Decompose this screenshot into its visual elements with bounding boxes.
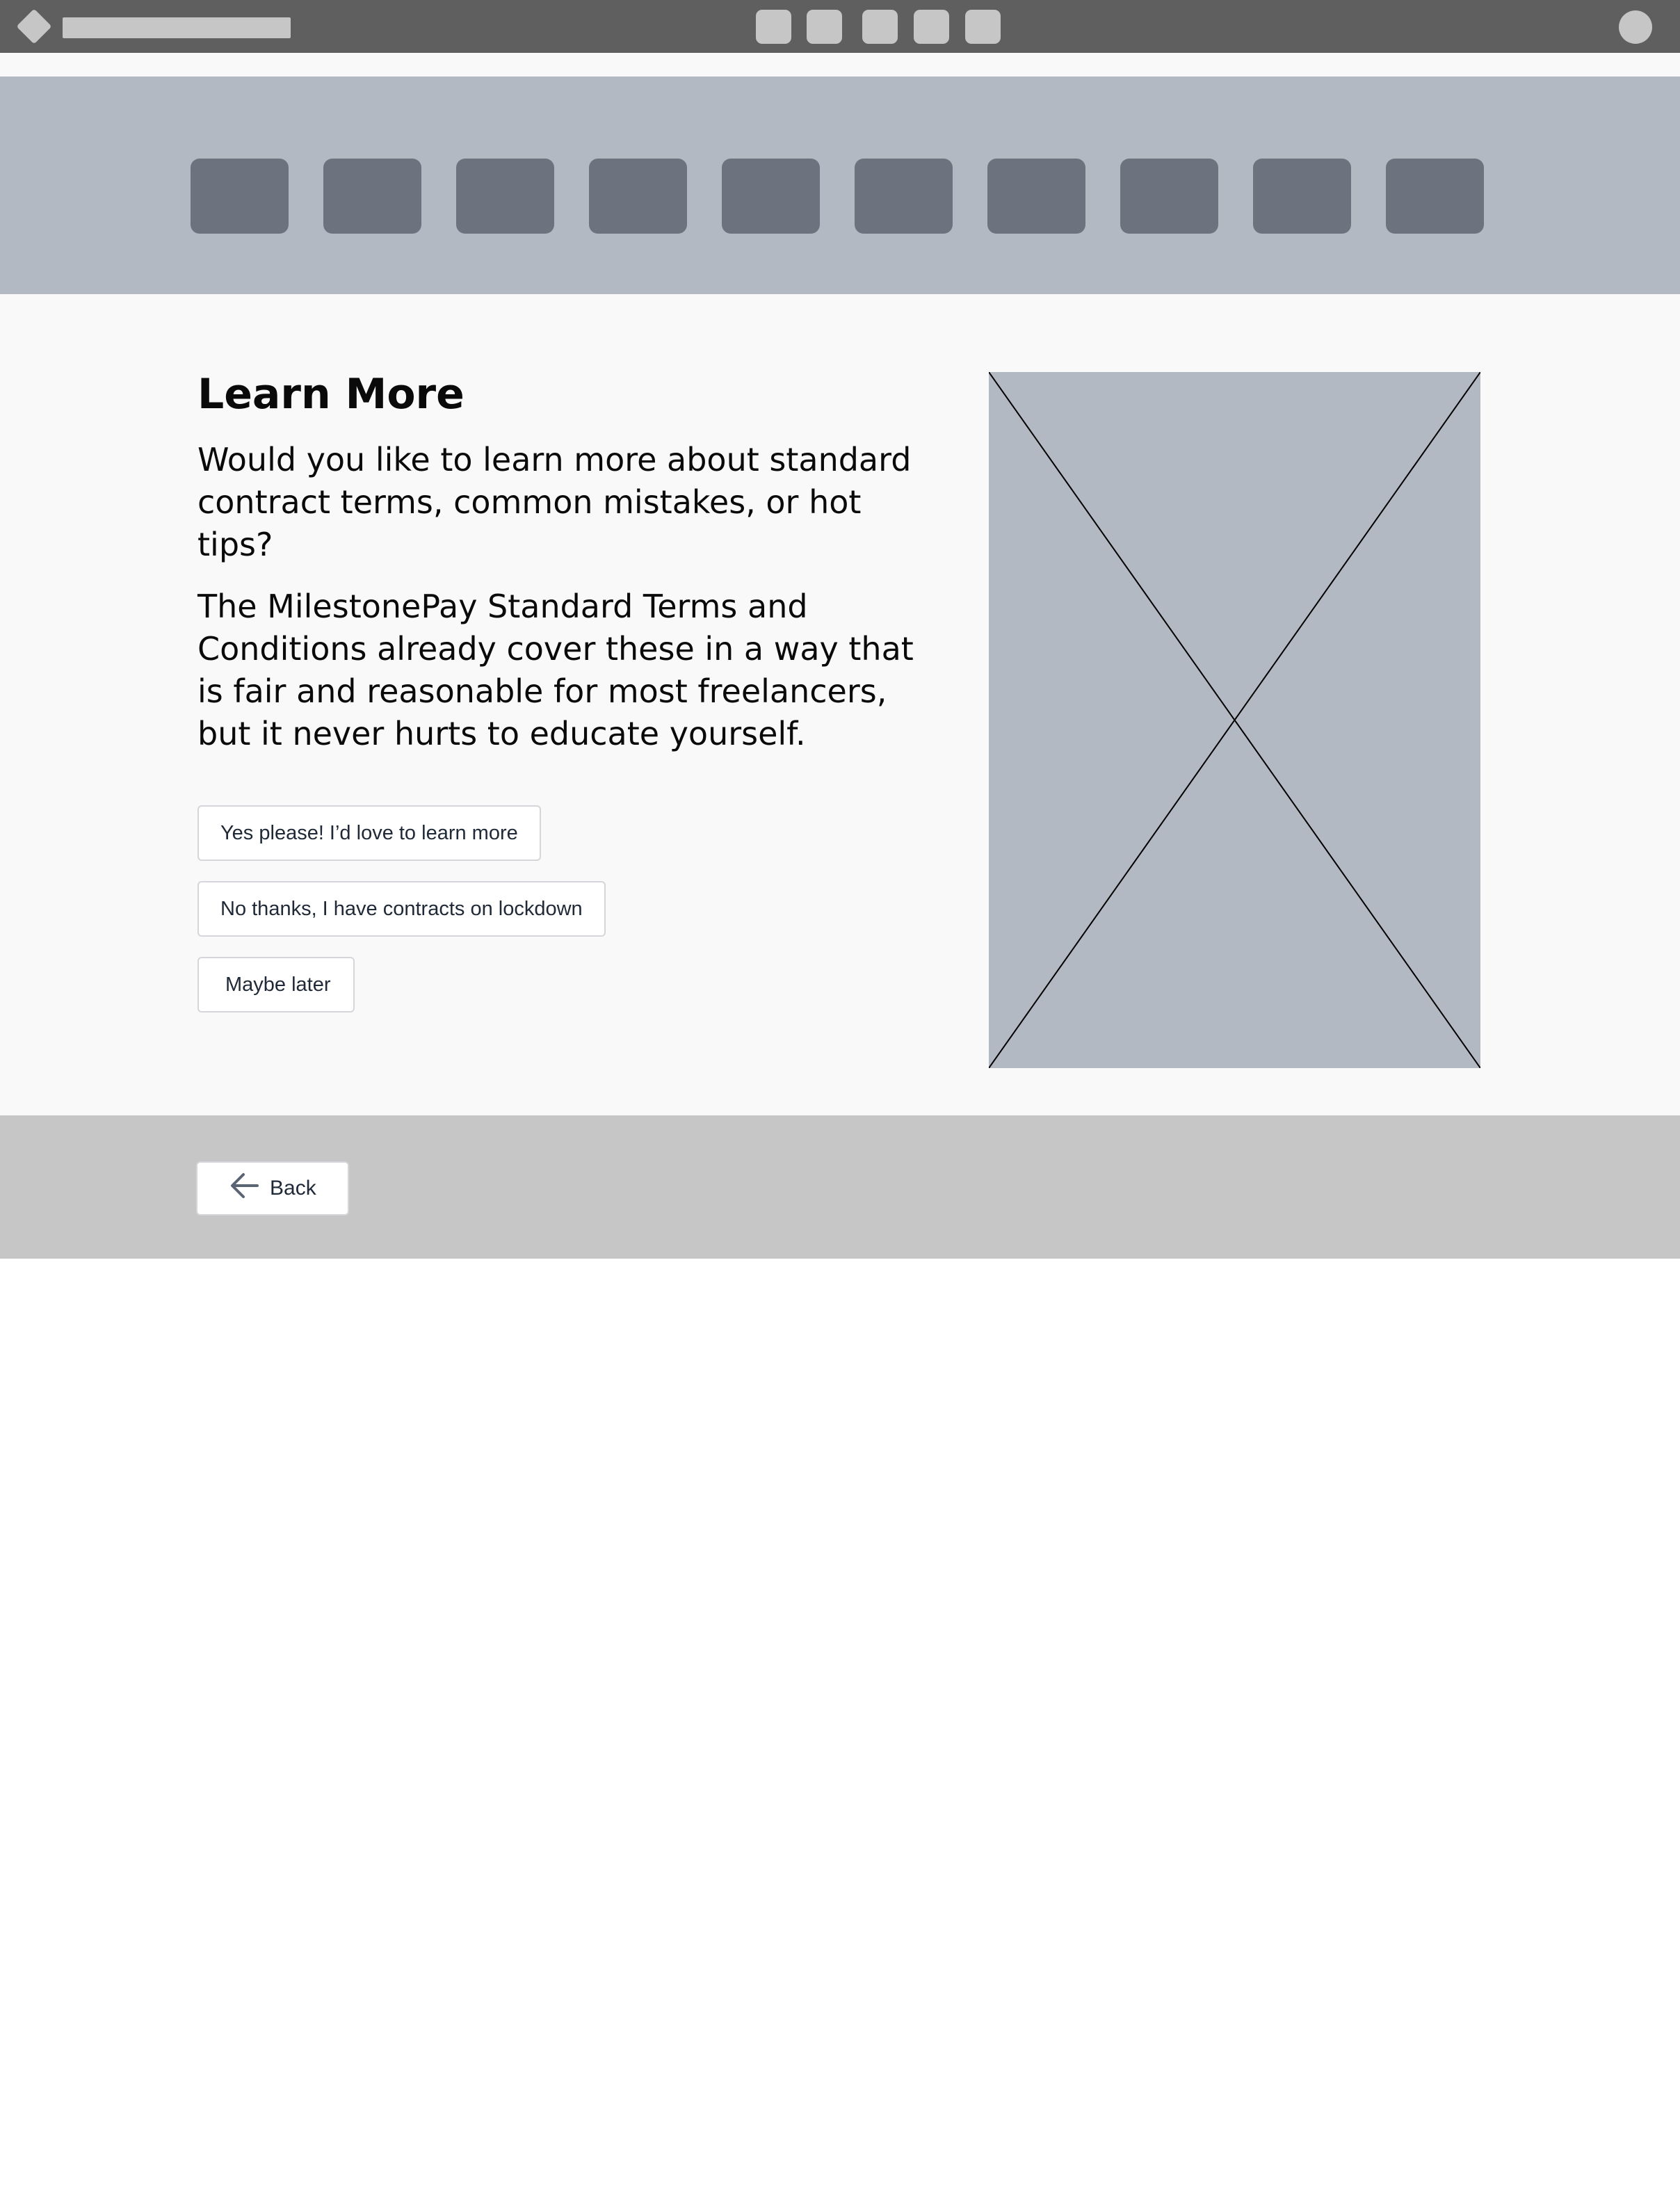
top-nav-item-3[interactable]	[862, 10, 898, 44]
logo-icon[interactable]	[16, 8, 52, 45]
step-item-10[interactable]	[1386, 159, 1484, 234]
top-app-bar	[0, 0, 1680, 53]
image-placeholder-icon	[989, 372, 1480, 1068]
intro-question: Would you like to learn more about stand…	[197, 441, 912, 563]
step-item-4[interactable]	[589, 159, 687, 234]
step-item-1[interactable]	[191, 159, 289, 234]
step-item-2[interactable]	[323, 159, 421, 234]
step-item-6[interactable]	[855, 159, 953, 234]
step-item-9[interactable]	[1253, 159, 1351, 234]
user-avatar[interactable]	[1619, 10, 1652, 44]
top-nav	[756, 10, 1001, 44]
step-item-3[interactable]	[456, 159, 554, 234]
learn-more-yes-button[interactable]: Yes please! I’d love to learn more	[197, 805, 541, 861]
intro-explanation: The MilestonePay Standard Terms and Cond…	[197, 588, 914, 752]
step-item-8[interactable]	[1120, 159, 1218, 234]
learn-more-panel: Learn More Would you like to learn more …	[197, 365, 935, 1012]
top-nav-item-1[interactable]	[756, 10, 791, 44]
step-item-5[interactable]	[722, 159, 820, 234]
learn-more-later-button[interactable]: Maybe later	[197, 957, 355, 1012]
back-button[interactable]: Back	[196, 1161, 349, 1216]
arrow-left-icon	[229, 1172, 260, 1205]
learn-more-no-button[interactable]: No thanks, I have contracts on lockdown	[197, 881, 606, 937]
step-list	[191, 159, 1484, 234]
page-title: Learn More	[197, 370, 465, 419]
top-nav-item-5[interactable]	[965, 10, 1001, 44]
choice-list: Yes please! I’d love to learn more No th…	[197, 805, 935, 1012]
back-button-label: Back	[270, 1177, 316, 1200]
step-item-7[interactable]	[987, 159, 1085, 234]
app-title-placeholder	[63, 17, 291, 38]
top-nav-item-2[interactable]	[807, 10, 842, 44]
top-nav-item-4[interactable]	[914, 10, 949, 44]
